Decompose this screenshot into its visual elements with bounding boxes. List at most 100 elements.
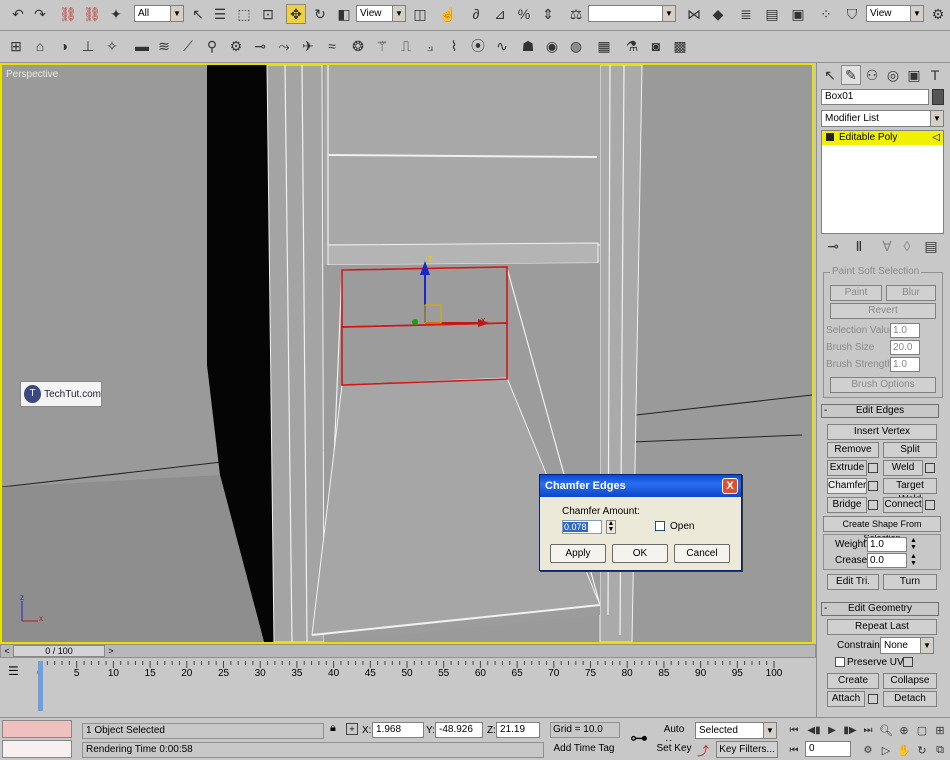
select-by-name-icon[interactable]: ☰ xyxy=(210,4,230,24)
reference-coordinate-dropdown[interactable]: View ▼ xyxy=(356,5,406,22)
key-icon[interactable]: ⊶ xyxy=(624,724,654,754)
trackbar-filter-icon[interactable]: ☰ xyxy=(8,664,19,678)
tool-18-icon[interactable]: ⟓ xyxy=(420,36,440,56)
tool-14-icon[interactable]: ≈ xyxy=(322,36,342,56)
constraints-dropdown[interactable]: None ▼ xyxy=(880,637,934,654)
angle-snap-icon[interactable]: ⊿ xyxy=(490,4,510,24)
tool-7-icon[interactable]: ≋ xyxy=(154,36,174,56)
tool-4-icon[interactable]: ⊥ xyxy=(78,36,98,56)
display-tab-icon[interactable]: ▣ xyxy=(904,65,924,85)
tool-8-icon[interactable]: ⟋ xyxy=(178,36,198,56)
y-coordinate-field[interactable]: -48.926 xyxy=(435,722,483,738)
render-setup-icon[interactable]: ⛉ xyxy=(842,4,862,24)
utilities-tab-icon[interactable]: T xyxy=(925,65,945,85)
time-prev-button[interactable]: < xyxy=(1,645,13,657)
tool-16-icon[interactable]: ⚚ xyxy=(372,36,392,56)
apply-button[interactable]: Apply xyxy=(550,544,606,563)
weld-settings-icon[interactable] xyxy=(925,463,935,473)
tool-6-icon[interactable]: ▬ xyxy=(132,36,152,56)
attach-settings-icon[interactable] xyxy=(868,694,878,704)
tool-22-icon[interactable]: ☗ xyxy=(518,36,538,56)
time-slider-thumb[interactable]: 0 / 100 xyxy=(13,645,105,657)
z-coordinate-field[interactable]: 21.19 xyxy=(496,722,540,738)
chamfer-button[interactable]: Chamfer xyxy=(827,478,867,494)
bind-space-warp-icon[interactable]: ✦ xyxy=(106,4,126,24)
target-weld-button[interactable]: Target Weld xyxy=(883,478,937,505)
modify-tab-icon[interactable]: ✎ xyxy=(841,65,861,85)
set-key-icon[interactable]: ⤴ xyxy=(697,742,709,759)
remove-button[interactable]: Remove xyxy=(827,442,879,458)
hierarchy-tab-icon[interactable]: ⚇ xyxy=(862,65,882,85)
mirror-icon[interactable]: ⋈ xyxy=(684,4,704,24)
weld-button[interactable]: Weld xyxy=(883,460,923,476)
scale-icon[interactable]: ◧ xyxy=(334,4,354,24)
configure-sets-icon[interactable]: ▤ xyxy=(921,236,941,256)
weight-spinner-icon[interactable]: ▲ ▼ xyxy=(910,537,917,551)
repeat-last-button[interactable]: Repeat Last xyxy=(827,619,937,635)
zoom-extents-all-icon[interactable]: ⊞ xyxy=(930,720,950,740)
connect-button[interactable]: Connect xyxy=(883,497,923,513)
snap-toggle-icon[interactable]: ∂ xyxy=(466,4,486,24)
manipulate-icon[interactable]: ☝ xyxy=(438,4,458,24)
select-link-icon[interactable]: ⛓ xyxy=(58,4,78,24)
bridge-button[interactable]: Bridge xyxy=(827,497,867,513)
tool-21-icon[interactable]: ∿ xyxy=(492,36,512,56)
rollout-collapse-icon-2[interactable]: - xyxy=(824,603,827,614)
tool-20-icon[interactable]: ⦿ xyxy=(468,36,488,56)
edit-edges-rollout[interactable]: Edit Edges xyxy=(821,404,939,418)
remove-modifier-icon[interactable]: ◊ xyxy=(897,236,917,256)
preserve-uvs-checkbox[interactable] xyxy=(835,657,845,667)
set-key-button[interactable]: Set Key xyxy=(656,741,692,758)
prev-frame-icon[interactable]: ◀▮ xyxy=(804,720,824,740)
time-config-icon[interactable]: ⚙ xyxy=(858,740,878,760)
move-icon[interactable]: ✥ xyxy=(286,4,306,24)
pin-stack-icon[interactable]: ⊸ xyxy=(823,236,843,256)
extrude-button[interactable]: Extrude xyxy=(827,460,867,476)
redo-icon[interactable]: ↷ xyxy=(30,4,50,24)
goto-end-icon[interactable]: ⏭ xyxy=(858,720,878,740)
pivot-center-icon[interactable]: ◫ xyxy=(410,4,430,24)
camera-icon[interactable]: ◙ xyxy=(646,36,666,56)
zoom-extents-icon[interactable]: ▢ xyxy=(912,720,932,740)
align-icon[interactable]: ◆ xyxy=(708,4,728,24)
edit-tri-button[interactable]: Edit Tri. xyxy=(827,574,879,590)
split-button[interactable]: Split xyxy=(883,442,937,458)
spinner-snap-icon[interactable]: ⇕ xyxy=(538,4,558,24)
show-end-result-icon[interactable]: Ⅱ xyxy=(849,236,869,256)
tool-10-icon[interactable]: ⚙ xyxy=(226,36,246,56)
tool-2-icon[interactable]: ⌂ xyxy=(30,36,50,56)
tool-26-icon[interactable]: ⚗ xyxy=(622,36,642,56)
rotate-icon[interactable]: ↻ xyxy=(310,4,330,24)
expand-icon[interactable] xyxy=(826,133,834,142)
tool-23-icon[interactable]: ◉ xyxy=(542,36,562,56)
tool-19-icon[interactable]: ⌇ xyxy=(444,36,464,56)
window-crossing-icon[interactable]: ⊡ xyxy=(258,4,278,24)
close-icon[interactable]: X xyxy=(722,478,738,494)
brush-size-field[interactable]: 20.0 xyxy=(890,340,920,355)
tool-11-icon[interactable]: ⊸ xyxy=(250,36,270,56)
play-icon[interactable]: ▶ xyxy=(822,720,842,740)
create-shape-button[interactable]: Create Shape From Selection xyxy=(823,516,941,543)
chamfer-settings-icon[interactable] xyxy=(868,481,878,491)
layer-manager-icon[interactable]: ≣ xyxy=(736,4,756,24)
open-checkbox[interactable] xyxy=(655,521,665,531)
named-selection-dropdown[interactable]: ▼ xyxy=(588,5,676,22)
key-mode-toggle-icon[interactable]: ⏮ xyxy=(784,740,804,760)
object-color-swatch[interactable] xyxy=(932,89,944,105)
tool-13-icon[interactable]: ✈ xyxy=(298,36,318,56)
auto-key-button[interactable]: Auto Key xyxy=(656,722,692,750)
dialog-titlebar[interactable]: Chamfer Edges X xyxy=(540,475,741,497)
tool-12-icon[interactable]: ⤳ xyxy=(274,36,294,56)
current-frame-field[interactable]: 0 xyxy=(805,741,851,757)
stack-item-editable-poly[interactable]: Editable Poly ◁ xyxy=(822,131,943,145)
tool-3-icon[interactable]: ◑ xyxy=(54,36,74,56)
tool-17-icon[interactable]: ⎍ xyxy=(396,36,416,56)
zoom-icon[interactable]: 🔍︎ xyxy=(876,720,896,740)
time-slider-track[interactable]: < 0 / 100 > xyxy=(0,644,816,658)
select-object-icon[interactable]: ↖ xyxy=(188,4,208,24)
crease-field[interactable]: 0.0 xyxy=(867,553,907,568)
paint-button[interactable]: Paint xyxy=(830,285,882,301)
collapse-button[interactable]: Collapse xyxy=(883,673,937,689)
brush-options-button[interactable]: Brush Options xyxy=(830,377,936,393)
object-name-field[interactable]: Box01 xyxy=(821,89,929,105)
